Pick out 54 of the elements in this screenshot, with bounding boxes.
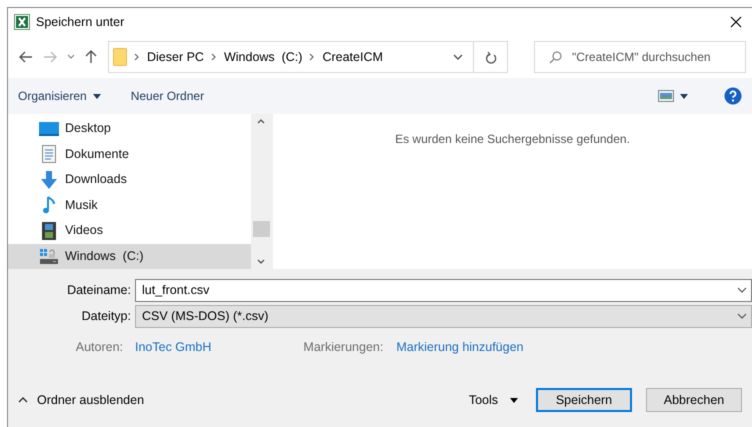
breadcrumb-item[interactable]: Dieser PC: [147, 48, 204, 66]
breadcrumb-item[interactable]: Windows (C:): [224, 48, 302, 66]
hide-folders-button[interactable]: Ordner ausblenden: [18, 390, 144, 410]
sidebar-item[interactable]: Windows (C:): [8, 244, 251, 269]
cancel-button[interactable]: Abbrechen: [646, 388, 742, 412]
tags-label: Markierungen:: [303, 338, 384, 356]
breadcrumb-item[interactable]: CreateICM: [322, 48, 383, 66]
authors-label: Autoren:: [74, 338, 124, 356]
chevron-up-icon: [18, 397, 28, 403]
save-button[interactable]: Speichern: [536, 388, 632, 412]
tools-button[interactable]: Tools: [468, 390, 518, 410]
help-icon[interactable]: [724, 87, 742, 105]
filename-label: Dateiname:: [66, 282, 132, 299]
caret-down-icon: [680, 94, 688, 98]
authors-link[interactable]: InoTec GmbH: [135, 338, 212, 356]
scroll-up-icon[interactable]: [257, 118, 265, 124]
sidebar-item[interactable]: Downloads: [8, 167, 251, 192]
caret-down-icon: [510, 398, 518, 402]
document-icon: [42, 145, 56, 164]
scrollbar[interactable]: [251, 114, 271, 269]
filename-field[interactable]: lut_front.csv: [135, 278, 752, 302]
chevron-down-icon: [737, 313, 747, 319]
film-icon: [42, 222, 56, 240]
address-bar[interactable]: Dieser PC Windows (C:) CreateICM: [108, 41, 508, 73]
organize-button[interactable]: Organisieren: [18, 87, 101, 105]
add-tag-link[interactable]: Markierung hinzufügen: [396, 338, 524, 356]
view-options-button[interactable]: [658, 90, 688, 102]
window-title: Speichern unter: [36, 14, 124, 31]
spreadsheet-icon: [14, 14, 30, 30]
caret-down-icon: [92, 94, 101, 98]
refresh-icon: [484, 50, 496, 64]
sidebar-item[interactable]: Musik: [8, 192, 251, 218]
desktop-icon: [39, 122, 59, 136]
search-field[interactable]: "CreateICM" durchsuchen: [534, 41, 746, 73]
chevron-icon: [309, 53, 316, 61]
folder-icon: [113, 48, 127, 66]
scroll-down-icon[interactable]: [257, 259, 265, 265]
download-arrow-icon: [40, 170, 58, 189]
empty-results-message: Es wurden keine Suchergebnisse gefunden.: [395, 131, 630, 148]
chevron-icon: [210, 53, 217, 61]
scrollbar-thumb[interactable]: [252, 221, 270, 237]
chevron-down-icon: [737, 287, 747, 293]
sidebar-item[interactable]: Dokumente: [8, 142, 251, 167]
chevron-down-icon: [453, 54, 463, 60]
sidebar-item[interactable]: Videos: [8, 218, 251, 244]
chevron-icon: [134, 53, 140, 61]
filetype-dropdown[interactable]: CSV (MS-DOS) (*.csv): [135, 304, 752, 328]
drive-icon: [40, 248, 58, 264]
close-icon: [730, 16, 742, 28]
filetype-label: Dateityp:: [80, 308, 132, 325]
music-note-icon: [43, 196, 55, 214]
sidebar-item[interactable]: Desktop: [8, 116, 251, 142]
search-icon: [549, 50, 562, 64]
new-folder-button[interactable]: Neuer Ordner: [130, 87, 204, 105]
